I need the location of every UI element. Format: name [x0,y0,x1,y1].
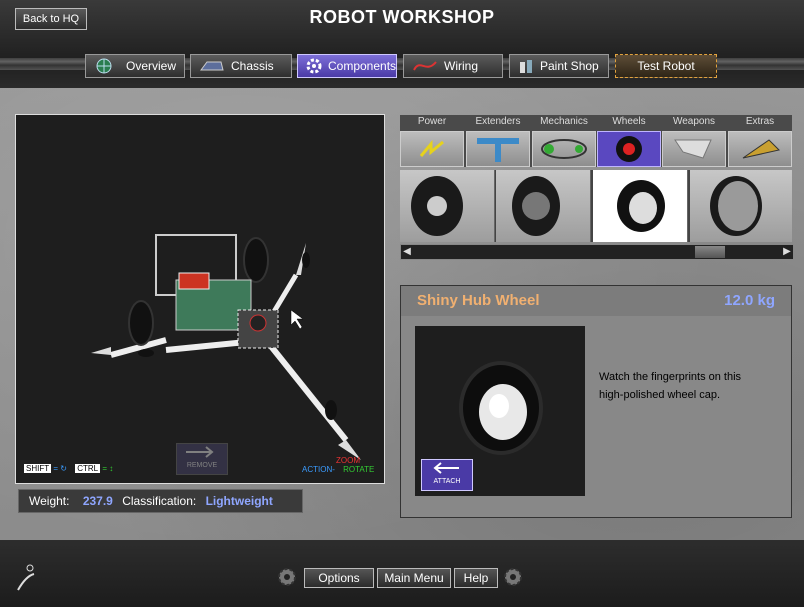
help-button[interactable]: Help [454,568,498,588]
blade-icon [662,131,726,167]
tab-label: Test Robot [637,59,695,73]
mouse-hint: ZOOM ACTION- ROTATE [302,456,374,474]
remove-label: REMOVE [186,462,218,469]
extender-icon [466,131,530,167]
chassis-icon [199,58,225,74]
robot-model [91,234,361,460]
lightning-icon [400,131,464,167]
category-label: Extenders [475,116,521,127]
tab-components[interactable]: Components [297,54,397,78]
gear-icon [306,58,322,74]
part-description: Watch the fingerprints on this high-poli… [599,368,769,404]
category-label: Wheels [612,116,646,127]
attach-label: ATTACH [433,478,461,485]
part-preview: ATTACH [415,326,585,496]
tab-test-robot[interactable]: Test Robot [615,54,717,78]
main-menu-button[interactable]: Main Menu [377,568,451,588]
wheel-thumbnail [710,176,762,236]
tab-label: Wiring [444,59,479,73]
scroll-left-icon[interactable]: ◀ [401,246,413,258]
tab-label: Components [328,59,397,73]
weight-bar: Weight: 237.9 Classification: Lightweigh… [18,489,303,513]
logo-icon [17,564,35,591]
wheel-thumbnail [617,180,665,232]
tab-label: Paint Shop [540,59,599,73]
part-name: Shiny Hub Wheel [417,292,540,309]
part-weight: 12.0 kg [724,292,775,309]
part-tile-selected[interactable] [593,170,688,242]
category-label: Extras [745,116,775,127]
description-line: Watch the fingerprints on this [599,371,742,383]
classification-value: Lightweight [205,494,273,508]
parts-scrollbar[interactable]: ◀ ▶ [400,244,794,260]
weight-value: 237.9 [82,494,113,508]
shift-hint: SHIFT = ↻ CTRL = ↕ [24,464,113,473]
category-label: Weapons [672,116,716,127]
robot-viewport[interactable]: SHIFT = ↻ CTRL = ↕ REMOVE ZOOM ACTION- R… [15,114,385,484]
category-weapons[interactable]: Weapons [662,115,726,167]
gear-icon [504,568,522,586]
updown-arrow-icon: = ↕ [102,464,114,473]
tab-overview[interactable]: Overview [85,54,185,78]
category-wheels[interactable]: Wheels [597,115,661,167]
weight-label: Weight: [29,494,70,508]
wrench-arrow-icon [433,462,459,474]
part-detail-panel: Shiny Hub Wheel 12.0 kg ATTACH Watch the… [400,285,792,518]
part-tile[interactable] [496,170,591,242]
attach-button[interactable]: ATTACH [421,459,473,491]
part-tile[interactable] [690,170,785,242]
shift-key-label: SHIFT [24,464,52,473]
category-mechanics[interactable]: Mechanics [532,115,596,167]
part-header: Shiny Hub Wheel 12.0 kg [401,286,791,316]
page-title: ROBOT WORKSHOP [309,7,495,27]
top-bar: Back to HQ ROBOT WORKSHOP Overview Chass… [0,0,804,88]
tab-chassis[interactable]: Chassis [190,54,292,78]
gear-icon [278,568,296,586]
globe-icon [94,58,120,74]
zoom-label: ZOOM [336,456,360,465]
component-categories: Power Extenders Mechanics Wheels Weapons… [400,115,792,167]
scroll-right-icon[interactable]: ▶ [781,246,793,258]
wheel-icon [597,131,661,167]
category-extras[interactable]: Extras [728,115,792,167]
rotate-icon: = ↻ [53,464,67,473]
chain-icon [532,131,596,167]
tab-paint-shop[interactable]: Paint Shop [509,54,609,78]
wheel-thumbnail [512,176,560,236]
part-tile[interactable] [772,170,792,242]
tab-label: Chassis [231,59,274,73]
scroll-thumb[interactable] [695,246,725,258]
wrench-arrow-icon [186,446,214,458]
category-label: Mechanics [540,116,588,127]
category-power[interactable]: Power [400,115,464,167]
part-selector [400,170,792,242]
part-tile[interactable] [400,170,495,242]
action-label: ACTION- [302,465,335,474]
paint-icon [518,58,534,74]
category-extenders[interactable]: Extenders [466,115,530,167]
extras-icon [728,131,792,167]
wire-icon [412,58,438,74]
description-line: high-polished wheel cap. [599,389,721,401]
ctrl-key-label: CTRL [75,464,101,473]
rotate-label: ROTATE [343,465,375,474]
wheel-thumbnail [411,176,463,236]
category-label: Power [417,116,447,127]
options-button[interactable]: Options [304,568,374,588]
tab-label: Overview [126,59,177,73]
classification-label: Classification: [122,494,197,508]
remove-button[interactable]: REMOVE [176,443,228,475]
tab-wiring[interactable]: Wiring [403,54,503,78]
